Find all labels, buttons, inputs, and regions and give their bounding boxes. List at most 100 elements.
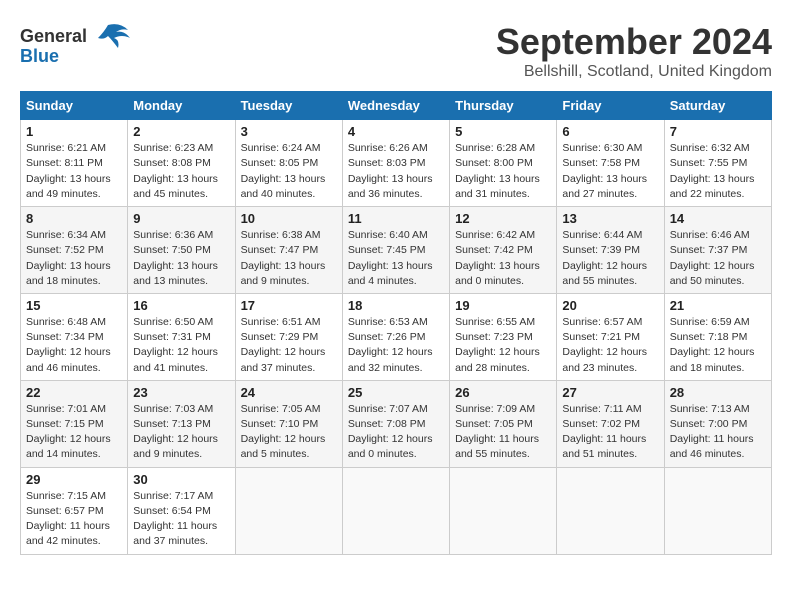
calendar-day-cell: 5Sunrise: 6:28 AMSunset: 8:00 PMDaylight… (450, 120, 557, 207)
calendar-day-cell: 2 Sunrise: 6:23 AMSunset: 8:08 PMDaylight… (128, 120, 235, 207)
weekday-header-cell: Monday (128, 92, 235, 120)
day-info: Sunrise: 6:26 AMSunset: 8:03 PMDaylight:… (348, 141, 444, 202)
day-number: 19 (455, 298, 551, 313)
day-number: 20 (562, 298, 658, 313)
day-info: Sunrise: 6:32 AMSunset: 7:55 PMDaylight:… (670, 141, 766, 202)
calendar-day-cell: 30 Sunrise: 7:17 AMSunset: 6:54 PMDayligh… (128, 467, 235, 554)
day-info: Sunrise: 6:42 AMSunset: 7:42 PMDaylight:… (455, 228, 551, 289)
day-info: Sunrise: 7:07 AMSunset: 7:08 PMDaylight:… (348, 402, 444, 463)
calendar-week-row: 1 Sunrise: 6:21 AMSunset: 8:11 PMDaylight… (21, 120, 772, 207)
day-number: 4 (348, 124, 444, 139)
day-number: 7 (670, 124, 766, 139)
calendar-day-cell: 28 Sunrise: 7:13 AMSunset: 7:00 PMDayligh… (664, 380, 771, 467)
calendar-day-cell: 27Sunrise: 7:11 AMSunset: 7:02 PMDayligh… (557, 380, 664, 467)
svg-text:General: General (20, 26, 87, 46)
calendar-day-cell: 18 Sunrise: 6:53 AMSunset: 7:26 PMDayligh… (342, 293, 449, 380)
day-number: 24 (241, 385, 337, 400)
day-number: 10 (241, 211, 337, 226)
calendar-day-cell: 9 Sunrise: 6:36 AMSunset: 7:50 PMDaylight… (128, 207, 235, 294)
day-number: 2 (133, 124, 229, 139)
calendar-day-cell: 7 Sunrise: 6:32 AMSunset: 7:55 PMDaylight… (664, 120, 771, 207)
day-number: 8 (26, 211, 122, 226)
day-info: Sunrise: 6:21 AMSunset: 8:11 PMDaylight:… (26, 141, 122, 202)
calendar-week-row: 8 Sunrise: 6:34 AMSunset: 7:52 PMDaylight… (21, 207, 772, 294)
day-info: Sunrise: 6:44 AMSunset: 7:39 PMDaylight:… (562, 228, 658, 289)
calendar-day-cell (450, 467, 557, 554)
day-number: 18 (348, 298, 444, 313)
day-info: Sunrise: 7:01 AMSunset: 7:15 PMDaylight:… (26, 402, 122, 463)
calendar-day-cell: 8 Sunrise: 6:34 AMSunset: 7:52 PMDaylight… (21, 207, 128, 294)
location: Bellshill, Scotland, United Kingdom (496, 63, 772, 81)
day-number: 21 (670, 298, 766, 313)
calendar-day-cell: 11 Sunrise: 6:40 AMSunset: 7:45 PMDayligh… (342, 207, 449, 294)
day-number: 6 (562, 124, 658, 139)
calendar-day-cell: 10Sunrise: 6:38 AMSunset: 7:47 PMDayligh… (235, 207, 342, 294)
calendar-day-cell: 29 Sunrise: 7:15 AMSunset: 6:57 PMDayligh… (21, 467, 128, 554)
day-info: Sunrise: 7:17 AMSunset: 6:54 PMDaylight:… (133, 489, 229, 550)
calendar-day-cell: 13 Sunrise: 6:44 AMSunset: 7:39 PMDayligh… (557, 207, 664, 294)
day-number: 23 (133, 385, 229, 400)
header: General Blue September 2024 Bellshill, S… (20, 20, 772, 81)
weekday-header-cell: Tuesday (235, 92, 342, 120)
day-info: Sunrise: 6:34 AMSunset: 7:52 PMDaylight:… (26, 228, 122, 289)
title-area: September 2024 Bellshill, Scotland, Unit… (496, 20, 772, 81)
calendar-day-cell: 12 Sunrise: 6:42 AMSunset: 7:42 PMDayligh… (450, 207, 557, 294)
day-number: 12 (455, 211, 551, 226)
day-info: Sunrise: 7:09 AMSunset: 7:05 PMDaylight:… (455, 402, 551, 463)
calendar-body: 1 Sunrise: 6:21 AMSunset: 8:11 PMDaylight… (21, 120, 772, 554)
day-number: 14 (670, 211, 766, 226)
svg-text:Blue: Blue (20, 46, 59, 66)
day-number: 5 (455, 124, 551, 139)
calendar-day-cell: 4 Sunrise: 6:26 AMSunset: 8:03 PMDaylight… (342, 120, 449, 207)
calendar-day-cell: 16Sunrise: 6:50 AMSunset: 7:31 PMDayligh… (128, 293, 235, 380)
day-info: Sunrise: 6:40 AMSunset: 7:45 PMDaylight:… (348, 228, 444, 289)
day-info: Sunrise: 6:53 AMSunset: 7:26 PMDaylight:… (348, 315, 444, 376)
day-number: 30 (133, 472, 229, 487)
weekday-header-cell: Sunday (21, 92, 128, 120)
day-info: Sunrise: 6:50 AMSunset: 7:31 PMDaylight:… (133, 315, 229, 376)
day-number: 22 (26, 385, 122, 400)
calendar-day-cell: 20 Sunrise: 6:57 AMSunset: 7:21 PMDayligh… (557, 293, 664, 380)
calendar-day-cell (557, 467, 664, 554)
day-number: 11 (348, 211, 444, 226)
day-info: Sunrise: 6:23 AMSunset: 8:08 PMDaylight:… (133, 141, 229, 202)
calendar-week-row: 15Sunrise: 6:48 AMSunset: 7:34 PMDayligh… (21, 293, 772, 380)
day-info: Sunrise: 6:30 AMSunset: 7:58 PMDaylight:… (562, 141, 658, 202)
calendar-day-cell (664, 467, 771, 554)
day-info: Sunrise: 7:03 AMSunset: 7:13 PMDaylight:… (133, 402, 229, 463)
day-number: 26 (455, 385, 551, 400)
calendar-day-cell: 25 Sunrise: 7:07 AMSunset: 7:08 PMDayligh… (342, 380, 449, 467)
calendar-week-row: 29 Sunrise: 7:15 AMSunset: 6:57 PMDayligh… (21, 467, 772, 554)
day-number: 27 (562, 385, 658, 400)
day-number: 29 (26, 472, 122, 487)
day-info: Sunrise: 6:57 AMSunset: 7:21 PMDaylight:… (562, 315, 658, 376)
day-number: 9 (133, 211, 229, 226)
weekday-header-cell: Saturday (664, 92, 771, 120)
day-number: 25 (348, 385, 444, 400)
day-info: Sunrise: 7:15 AMSunset: 6:57 PMDaylight:… (26, 489, 122, 550)
calendar-day-cell (235, 467, 342, 554)
day-info: Sunrise: 7:13 AMSunset: 7:00 PMDaylight:… (670, 402, 766, 463)
calendar-table: SundayMondayTuesdayWednesdayThursdayFrid… (20, 91, 772, 554)
calendar-day-cell: 6 Sunrise: 6:30 AMSunset: 7:58 PMDaylight… (557, 120, 664, 207)
day-info: Sunrise: 6:36 AMSunset: 7:50 PMDaylight:… (133, 228, 229, 289)
day-number: 3 (241, 124, 337, 139)
calendar-day-cell: 22 Sunrise: 7:01 AMSunset: 7:15 PMDayligh… (21, 380, 128, 467)
calendar-day-cell (342, 467, 449, 554)
day-info: Sunrise: 6:46 AMSunset: 7:37 PMDaylight:… (670, 228, 766, 289)
day-info: Sunrise: 6:51 AMSunset: 7:29 PMDaylight:… (241, 315, 337, 376)
day-number: 13 (562, 211, 658, 226)
day-number: 1 (26, 124, 122, 139)
day-info: Sunrise: 6:48 AMSunset: 7:34 PMDaylight:… (26, 315, 122, 376)
calendar-day-cell: 19 Sunrise: 6:55 AMSunset: 7:23 PMDayligh… (450, 293, 557, 380)
day-number: 28 (670, 385, 766, 400)
day-info: Sunrise: 6:24 AMSunset: 8:05 PMDaylight:… (241, 141, 337, 202)
calendar-day-cell: 14 Sunrise: 6:46 AMSunset: 7:37 PMDayligh… (664, 207, 771, 294)
calendar-day-cell: 24Sunrise: 7:05 AMSunset: 7:10 PMDayligh… (235, 380, 342, 467)
day-info: Sunrise: 6:55 AMSunset: 7:23 PMDaylight:… (455, 315, 551, 376)
day-number: 17 (241, 298, 337, 313)
calendar-day-cell: 21Sunrise: 6:59 AMSunset: 7:18 PMDayligh… (664, 293, 771, 380)
weekday-header-cell: Friday (557, 92, 664, 120)
logo-svg: General Blue (20, 20, 135, 70)
calendar-day-cell: 23 Sunrise: 7:03 AMSunset: 7:13 PMDayligh… (128, 380, 235, 467)
